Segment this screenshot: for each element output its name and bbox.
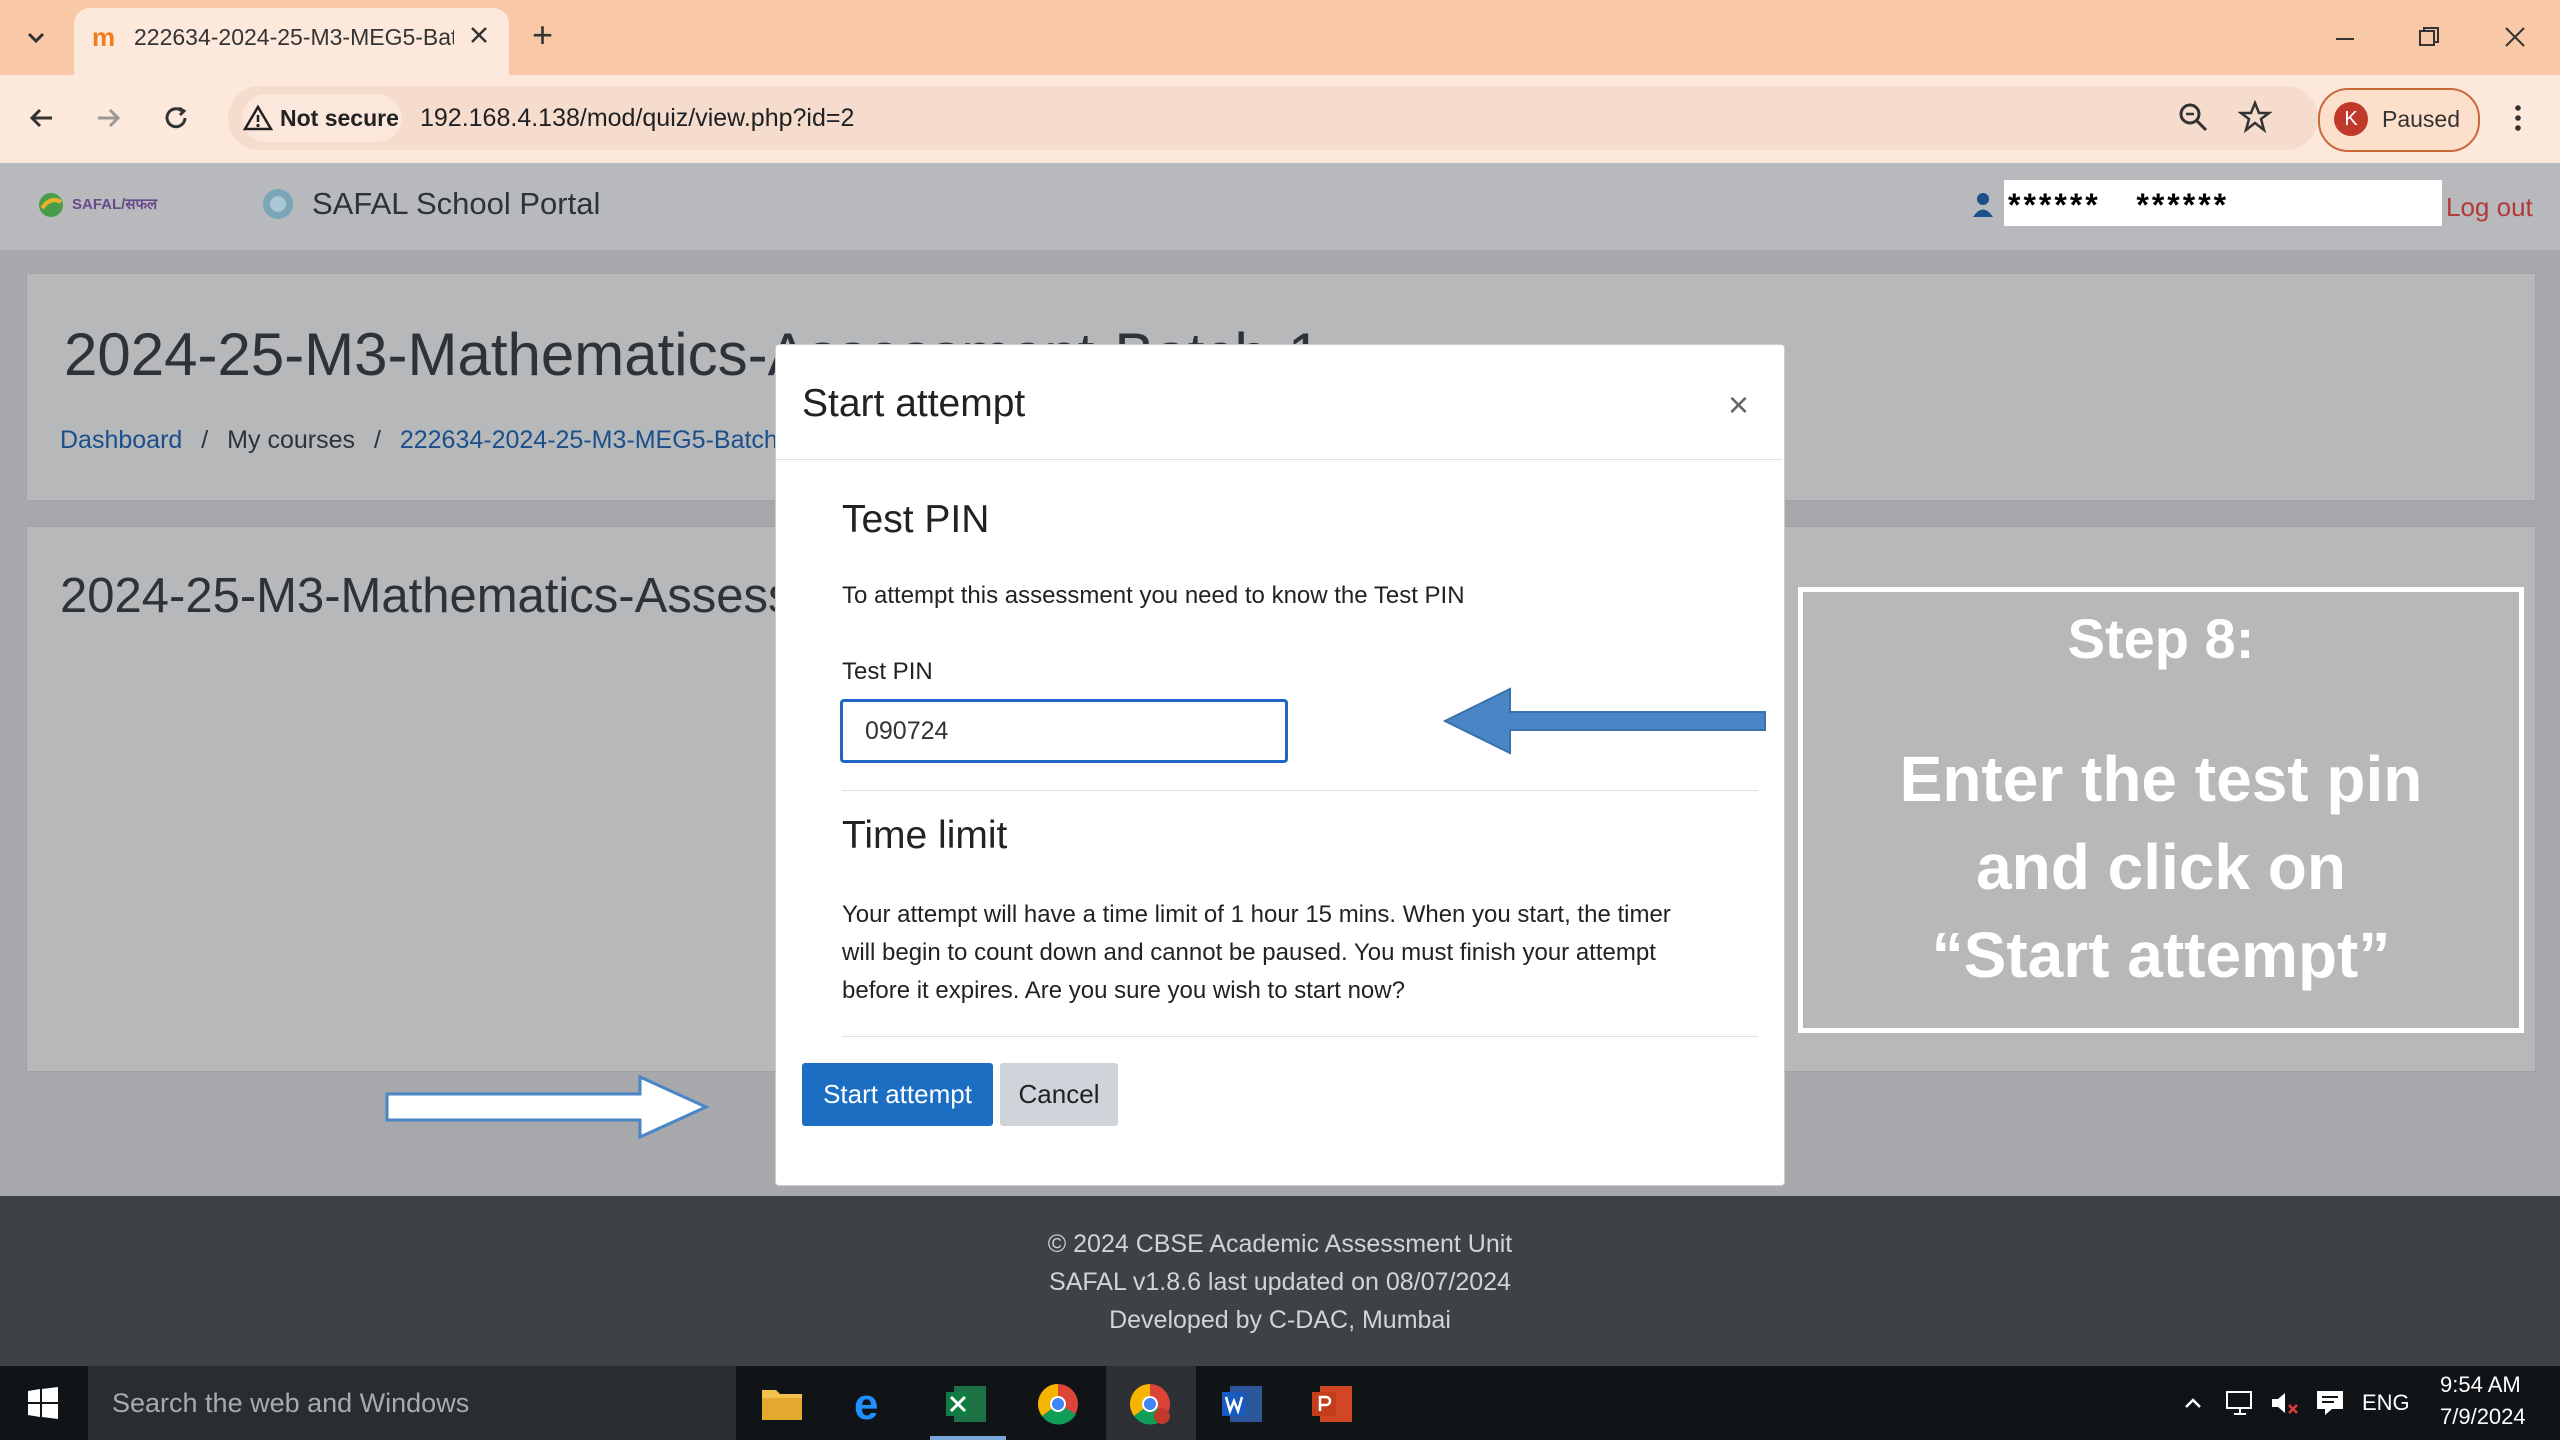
instruction-line-1: Enter the test pin xyxy=(1899,743,2423,815)
clock-time[interactable]: 9:54 AM xyxy=(2440,1372,2521,1398)
modal-header-divider xyxy=(776,459,1782,460)
section-divider xyxy=(842,1036,1758,1037)
pin-description: To attempt this assessment you need to k… xyxy=(842,582,1465,609)
modal-close-button[interactable]: × xyxy=(1728,384,1749,426)
section-divider xyxy=(842,790,1758,791)
blue-arrow-annotation-icon xyxy=(1442,686,1768,756)
start-attempt-modal xyxy=(775,344,1785,1186)
moodle-favicon-icon: m xyxy=(92,22,116,52)
reload-icon[interactable] xyxy=(158,100,194,136)
instruction-callout: Step 8: Enter the test pin and click on … xyxy=(1798,587,2524,1033)
forward-icon[interactable] xyxy=(90,100,126,136)
logout-link[interactable]: Log out xyxy=(2446,192,2533,223)
powerpoint-icon[interactable] xyxy=(1312,1384,1354,1424)
instruction-line-2: and click on xyxy=(1976,831,2346,903)
profile-status: Paused xyxy=(2382,106,2461,132)
url-text[interactable]: 192.168.4.138/mod/quiz/view.php?id=2 xyxy=(420,104,854,133)
excel-icon[interactable] xyxy=(946,1384,988,1424)
user-name-masked[interactable]: ****** ****** xyxy=(2004,180,2442,226)
breadcrumb: Dashboard / My courses / 222634-2024-25-… xyxy=(60,426,800,455)
clock-date[interactable]: 7/9/2024 xyxy=(2440,1404,2526,1430)
footer-version: SAFAL v1.8.6 last updated on 08/07/2024 xyxy=(1049,1268,1511,1296)
breadcrumb-course[interactable]: 222634-2024-25-M3-MEG5-Batch-1 xyxy=(400,426,800,454)
bookmark-star-icon[interactable] xyxy=(2238,100,2272,134)
avatar: K xyxy=(2334,102,2368,136)
time-limit-heading: Time limit xyxy=(842,814,1008,857)
window-close-icon[interactable] xyxy=(2500,22,2530,52)
security-chip[interactable]: Not secure xyxy=(242,94,402,142)
tray-chevron-up-icon[interactable] xyxy=(2180,1390,2206,1416)
breadcrumb-my-courses[interactable]: My courses xyxy=(227,426,355,454)
word-icon[interactable] xyxy=(1222,1384,1264,1424)
volume-muted-icon[interactable] xyxy=(2268,1388,2300,1418)
test-pin-input[interactable] xyxy=(840,699,1288,763)
profile-button[interactable]: K Paused xyxy=(2318,88,2480,152)
tab-title: 222634-2024-25-M3-MEG5-Batch-1 xyxy=(134,24,454,50)
footer-developer: Developed by C-DAC, Mumbai xyxy=(1109,1306,1451,1334)
chrome-icon[interactable] xyxy=(1036,1382,1080,1426)
menu-kebab-icon[interactable] xyxy=(2506,100,2530,136)
new-tab-button[interactable]: + xyxy=(532,14,553,56)
minimize-icon[interactable] xyxy=(2330,24,2360,54)
start-attempt-button[interactable]: Start attempt xyxy=(802,1063,993,1126)
modal-title: Start attempt xyxy=(802,382,1026,425)
pin-label: Test PIN xyxy=(842,658,933,685)
instruction-line-3: “Start attempt” xyxy=(1931,919,2391,991)
breadcrumb-separator: / xyxy=(373,426,381,454)
notifications-icon[interactable] xyxy=(2314,1388,2346,1418)
zoom-icon[interactable] xyxy=(2176,100,2210,134)
language-indicator[interactable]: ENG xyxy=(2362,1390,2410,1416)
network-icon[interactable] xyxy=(2224,1388,2256,1418)
user-icon xyxy=(1972,192,1994,218)
taskbar-active-underline xyxy=(930,1436,1006,1440)
safal-logo-text: SAFAL/सफल xyxy=(72,196,158,213)
white-arrow-annotation-icon xyxy=(384,1074,710,1140)
back-icon[interactable] xyxy=(24,100,60,136)
chrome-profile-icon[interactable] xyxy=(1128,1382,1172,1426)
taskbar-search-text[interactable]: Search the web and Windows xyxy=(112,1388,469,1419)
instruction-step: Step 8: xyxy=(2067,607,2255,670)
tab-close-icon[interactable] xyxy=(466,22,492,48)
time-limit-description: Your attempt will have a time limit of 1… xyxy=(842,901,1671,1004)
cancel-button[interactable]: Cancel xyxy=(1000,1063,1118,1126)
file-explorer-icon[interactable] xyxy=(760,1384,804,1422)
safal-logo-icon[interactable] xyxy=(36,190,66,220)
breadcrumb-dashboard[interactable]: Dashboard xyxy=(60,426,182,454)
warning-icon xyxy=(241,104,273,132)
security-text: Not secure xyxy=(280,105,399,131)
tab-search-chevron-icon[interactable] xyxy=(20,22,52,54)
restore-icon[interactable] xyxy=(2414,22,2444,52)
breadcrumb-separator: / xyxy=(201,426,209,454)
portal-emblem-icon xyxy=(260,186,296,222)
footer-copyright: © 2024 CBSE Academic Assessment Unit xyxy=(1047,1230,1513,1258)
site-name[interactable]: SAFAL School Portal xyxy=(312,186,600,222)
pin-heading: Test PIN xyxy=(842,498,990,541)
edge-browser-icon[interactable]: e xyxy=(854,1380,878,1430)
windows-start-icon[interactable] xyxy=(26,1386,60,1420)
